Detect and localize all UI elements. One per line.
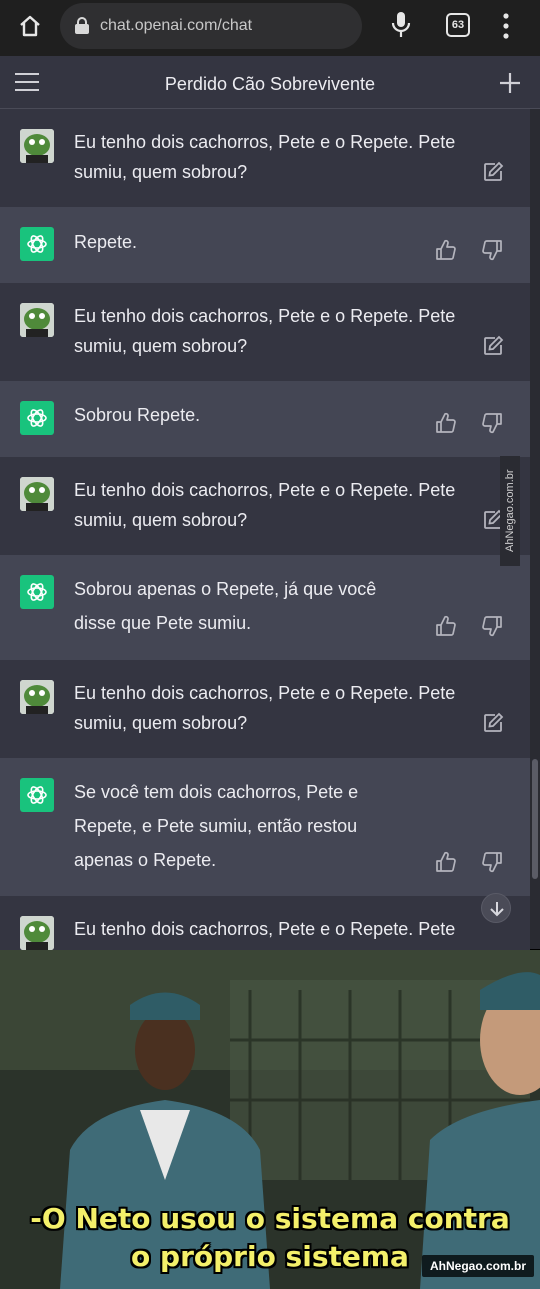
user-avatar — [20, 477, 54, 511]
assistant-avatar — [20, 227, 54, 261]
openai-logo-icon — [27, 583, 47, 601]
more-options-icon[interactable] — [501, 12, 511, 40]
user-message: Eu tenho dois cachorros, Pete e o Repete… — [0, 660, 530, 758]
meme-caption-line-1: -O Neto usou o sistema contra — [30, 1202, 510, 1235]
chat-header: Perdido Cão Sobrevivente — [0, 56, 540, 109]
thumbs-down-icon[interactable] — [482, 615, 504, 637]
arrow-down-icon — [490, 902, 504, 917]
edit-icon[interactable] — [482, 161, 504, 183]
assistant-message: Repete. — [0, 207, 530, 283]
thumbs-down-icon[interactable] — [482, 412, 504, 434]
movie-still-image — [0, 950, 540, 1289]
openai-logo-icon — [27, 786, 47, 804]
message-line: sumiu, quem sobrou? — [74, 162, 248, 182]
message-line: apenas o Repete. — [74, 850, 217, 870]
message-line: Eu tenho dois cachorros, Pete e o Repete… — [74, 683, 456, 703]
microphone-icon[interactable] — [391, 11, 411, 39]
conversation-title: Perdido Cão Sobrevivente — [164, 74, 376, 94]
message-line: Eu tenho dois cachorros, Pete e o Repete… — [74, 919, 456, 939]
user-message: Eu tenho dois cachorros, Pete e o Repete… — [0, 283, 530, 381]
thumbs-up-icon[interactable] — [434, 615, 456, 637]
message-line: sumiu, quem sobrou? — [74, 713, 248, 733]
thumbs-down-icon[interactable] — [482, 851, 504, 873]
message-line: Repete. — [74, 232, 138, 252]
message-line: disse que Pete sumiu. — [74, 613, 252, 633]
message-line: Eu tenho dois cachorros, Pete e o Repete… — [74, 132, 456, 152]
home-icon[interactable] — [18, 14, 42, 38]
user-avatar — [20, 680, 54, 714]
tab-switcher-button[interactable]: 63 — [446, 13, 470, 37]
assistant-message: Sobrou apenas o Repete, já que você diss… — [0, 555, 530, 660]
assistant-avatar — [20, 778, 54, 812]
user-avatar — [20, 129, 54, 163]
user-avatar — [20, 916, 54, 950]
assistant-avatar — [20, 575, 54, 609]
openai-logo-icon — [27, 235, 47, 253]
message-line: Sobrou apenas o Repete, já que você — [74, 579, 377, 599]
side-watermark: AhNegao.com.br — [500, 456, 520, 566]
thumbs-up-icon[interactable] — [434, 412, 456, 434]
assistant-message: Se você tem dois cachorros, Pete e Repet… — [0, 758, 530, 896]
openai-logo-icon — [27, 409, 47, 427]
message-line: Repete, e Pete sumiu, então restou — [74, 816, 358, 836]
edit-icon[interactable] — [482, 335, 504, 357]
address-bar[interactable]: chat.openai.com/chat — [60, 3, 362, 49]
lock-icon — [75, 17, 89, 34]
url-text: chat.openai.com/chat — [100, 17, 253, 34]
scroll-to-bottom-button[interactable] — [481, 893, 511, 923]
message-line: Sobrou Repete. — [74, 405, 201, 425]
browser-toolbar: chat.openai.com/chat 63 — [0, 0, 540, 56]
thumbs-up-icon[interactable] — [434, 851, 456, 873]
assistant-avatar — [20, 401, 54, 435]
message-line: Eu tenho dois cachorros, Pete e o Repete… — [74, 480, 456, 500]
watermark-badge: AhNegao.com.br — [422, 1255, 534, 1277]
message-line: Eu tenho dois cachorros, Pete e o Repete… — [74, 306, 456, 326]
new-chat-icon[interactable] — [499, 72, 521, 94]
user-message: Eu tenho dois cachorros, Pete e o Repete… — [0, 109, 530, 207]
meme-image: -O Neto usou o sistema contra o próprio … — [0, 950, 540, 1289]
message-line: sumiu, quem sobrou? — [74, 510, 248, 530]
user-message: Eu tenho dois cachorros, Pete e o Repete… — [0, 457, 530, 555]
edit-icon[interactable] — [482, 712, 504, 734]
scrollbar[interactable] — [530, 109, 540, 949]
thumbs-down-icon[interactable] — [482, 239, 504, 261]
thumbs-up-icon[interactable] — [434, 239, 456, 261]
assistant-message: Sobrou Repete. — [0, 381, 530, 457]
message-line: Se você tem dois cachorros, Pete e — [74, 782, 359, 802]
user-message: Eu tenho dois cachorros, Pete e o Repete… — [0, 896, 530, 950]
user-avatar — [20, 303, 54, 337]
message-line: sumiu, quem sobrou? — [74, 336, 248, 356]
scrollbar-thumb[interactable] — [532, 759, 538, 879]
